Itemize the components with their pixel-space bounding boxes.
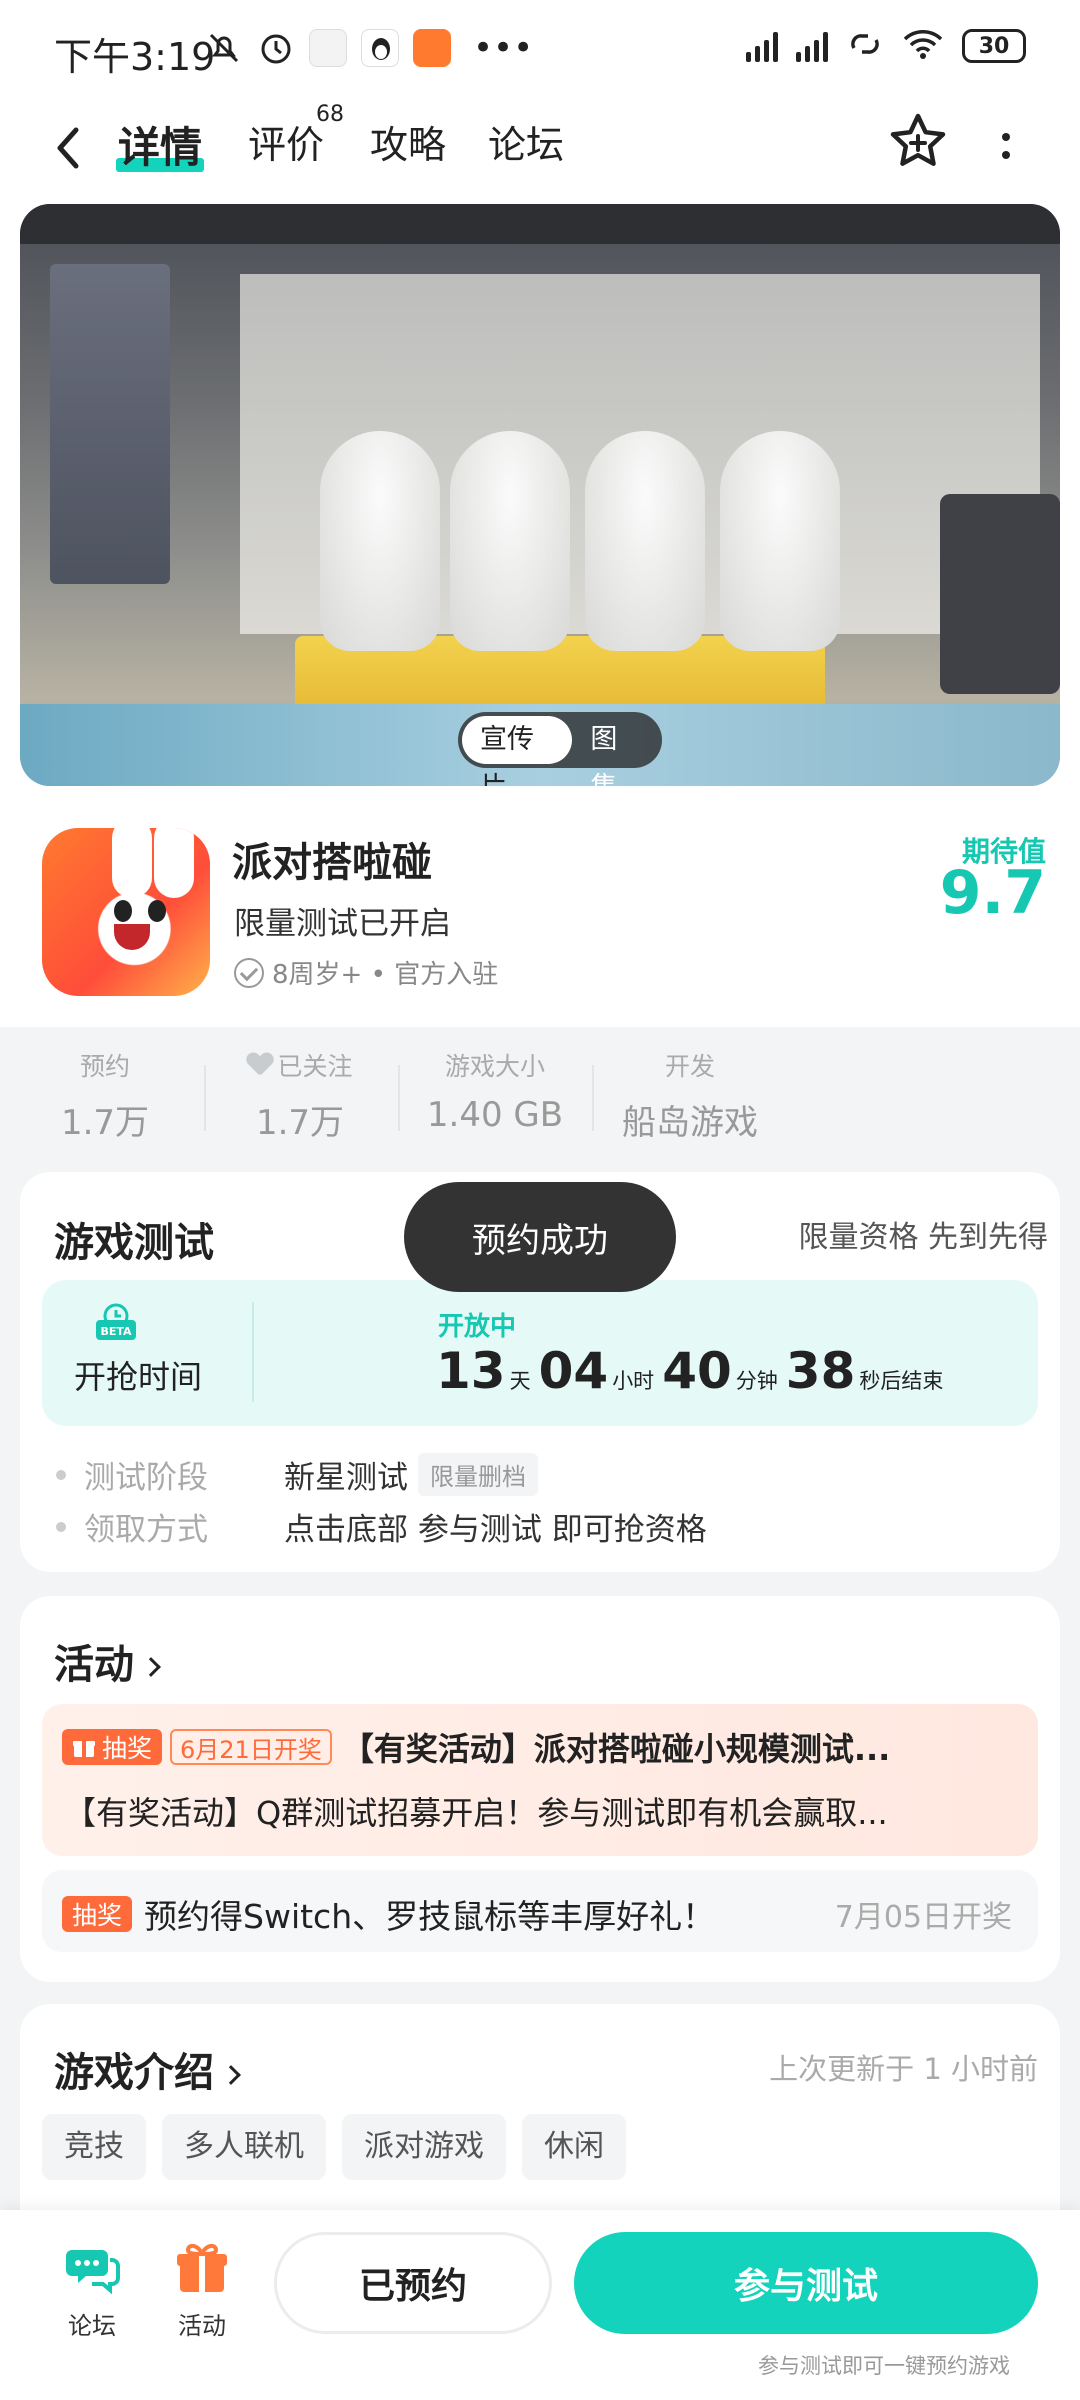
tab-reviews[interactable]: 评价 <box>248 114 324 169</box>
activity-item-date: 7月05日开奖 <box>834 1900 1012 1935</box>
timer-label: 开抢时间 <box>74 1358 203 1396</box>
stats-row: 预约 1.7万 已关注 1.7万 游戏大小 1.40 GB 开发 船岛游戏 <box>0 1027 1080 1157</box>
app-notification-icon <box>309 29 347 67</box>
game-header: 派对搭啦碰 限量测试已开启 8周岁+ • 官方入驻 期待值 9.7 <box>0 802 1080 1027</box>
activity-featured-desc: 【有奖活动】Q群测试招募开启！参与测试即有机会赢取... <box>64 1794 888 1832</box>
join-test-button[interactable]: 参与测试 <box>574 2232 1038 2334</box>
tab-guides[interactable]: 攻略 <box>370 114 446 169</box>
tab-forum[interactable]: 论坛 <box>488 114 564 169</box>
status-time: 下午3:19 <box>54 35 216 79</box>
game-test-card: 游戏测试 限量资格 先到先得 预约成功 BETA 开抢时间 开放中 13 天 04… <box>20 1172 1060 1572</box>
game-intro-title[interactable]: 游戏介绍 <box>54 2040 241 2098</box>
more-notifications-icon: ••• <box>473 28 534 68</box>
tab-promo-video[interactable]: 宣传片 <box>462 716 573 786</box>
top-nav: 详情 评价 68 攻略 论坛 <box>0 92 1080 202</box>
draw-date-tag: 6月21日开奖 <box>170 1729 332 1765</box>
svg-text:BETA: BETA <box>100 1325 132 1338</box>
promo-video-thumbnail[interactable]: 宣传片 图集 <box>20 204 1060 786</box>
more-menu-icon[interactable] <box>996 118 1016 174</box>
link-icon <box>846 28 884 64</box>
back-icon[interactable] <box>48 118 88 178</box>
forum-button[interactable]: 论坛 <box>52 2240 132 2341</box>
expectation-score: 9.7 <box>939 858 1046 928</box>
tab-gallery[interactable]: 图集 <box>572 716 658 786</box>
tab-details[interactable]: 详情 <box>118 114 202 175</box>
alarm-icon <box>257 29 295 67</box>
game-meta-text: 8周岁+ • 官方入驻 <box>272 960 499 990</box>
media-tabs: 宣传片 图集 <box>458 712 662 786</box>
stat-game-size: 游戏大小 1.40 GB <box>426 1052 564 1135</box>
reserved-button[interactable]: 已预约 <box>274 2232 552 2334</box>
activity-featured-title: 【有奖活动】派对搭啦碰小规模测试... <box>341 1730 891 1768</box>
join-hint: 参与测试即可一键预约游戏 <box>758 2354 1010 2378</box>
battery-icon: 30 <box>962 29 1026 63</box>
favorite-star-icon[interactable] <box>886 110 950 174</box>
status-bar: 下午3:19 ••• 30 <box>0 0 1080 92</box>
genre-tags: 竞技 多人联机 派对游戏 休闲 <box>42 2114 626 2180</box>
activity-button[interactable]: 活动 <box>162 2240 242 2341</box>
signal-icon-2 <box>796 30 828 62</box>
countdown: 13 天 04 小时 40 分钟 38 秒后结束 <box>436 1342 944 1400</box>
last-updated: 上次更新于 1 小时前 <box>769 2052 1038 2086</box>
mute-icon <box>205 29 243 67</box>
reviews-count-badge: 68 <box>316 102 344 127</box>
stat-developer[interactable]: 开发 船岛游戏 <box>610 1047 770 1144</box>
activity-item[interactable]: 抽奖 预约得Switch、罗技鼠标等丰厚好礼！ 7月05日开奖 <box>42 1870 1038 1952</box>
stat-reservations: 预约 1.7万 <box>60 1052 150 1143</box>
game-subtitle: 限量测试已开启 <box>234 906 451 942</box>
genre-tag[interactable]: 竞技 <box>42 2114 146 2180</box>
media-section: 宣传片 图集 <box>0 202 1080 802</box>
reservation-success-toast: 预约成功 <box>404 1182 676 1292</box>
test-stage-row: 测试阶段 新星测试 限量删档 <box>56 1452 538 1497</box>
genre-tag[interactable]: 派对游戏 <box>342 2114 506 2180</box>
gift-icon <box>73 1741 95 1757</box>
game-title: 派对搭啦碰 <box>232 840 432 886</box>
chevron-right-icon <box>141 1657 161 1677</box>
genre-tag[interactable]: 休闲 <box>522 2114 626 2180</box>
game-app-icon <box>42 828 210 996</box>
game-notification-icon <box>413 29 451 67</box>
activity-item-featured[interactable]: 抽奖 6月21日开奖 【有奖活动】派对搭啦碰小规模测试... 【有奖活动】Q群测… <box>42 1704 1038 1856</box>
wifi-icon <box>902 28 944 64</box>
game-test-title: 游戏测试 <box>54 1220 214 1266</box>
lottery-tag: 抽奖 <box>62 1896 133 1932</box>
lottery-tag: 抽奖 <box>62 1729 163 1765</box>
game-meta: 8周岁+ • 官方入驻 <box>234 954 498 991</box>
beta-clock-icon: BETA <box>96 1303 136 1340</box>
bottom-action-bar: 论坛 活动 已预约 参与测试 参与测试即可一键预约游戏 <box>0 2210 1080 2400</box>
open-status: 开放中 <box>438 1312 517 1342</box>
verified-check-icon <box>234 957 264 988</box>
test-tag: 限量资格 先到先得 <box>798 1220 1048 1255</box>
qq-notification-icon <box>361 29 399 67</box>
status-system-icons: 30 <box>746 28 1026 64</box>
test-timer-box: BETA 开抢时间 开放中 13 天 04 小时 40 分钟 38 秒后结束 <box>42 1280 1038 1426</box>
activity-title[interactable]: 活动 <box>54 1632 161 1690</box>
genre-tag[interactable]: 多人联机 <box>162 2114 326 2180</box>
activity-card: 活动 抽奖 6月21日开奖 【有奖活动】派对搭啦碰小规模测试... 【有奖活动】… <box>20 1596 1060 1982</box>
signal-icon <box>746 30 778 62</box>
gift-icon <box>177 2243 227 2292</box>
heart-icon <box>247 1053 273 1077</box>
status-notification-icons: ••• <box>205 28 533 68</box>
chevron-right-icon <box>221 2065 241 2085</box>
claim-method-row: 领取方式 点击底部 参与测试 即可抢资格 <box>56 1504 707 1549</box>
limited-chip: 限量删档 <box>418 1453 538 1496</box>
activity-item-text: 预约得Switch、罗技鼠标等丰厚好礼！ <box>144 1897 716 1936</box>
stat-followers: 已关注 1.7万 <box>230 1047 370 1144</box>
forum-chat-icon <box>66 2250 120 2295</box>
